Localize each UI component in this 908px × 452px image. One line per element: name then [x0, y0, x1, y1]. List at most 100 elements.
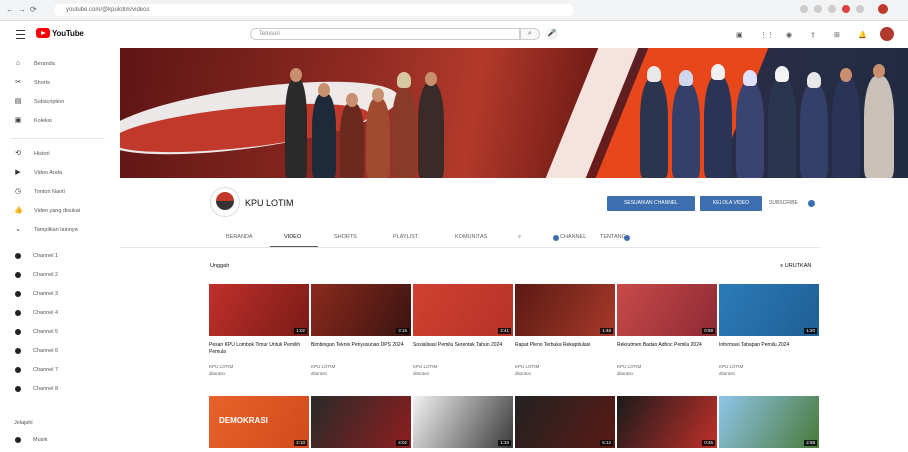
explore-item[interactable]: Musik — [14, 434, 106, 446]
subscription-item[interactable]: Channel 1 — [14, 250, 106, 262]
extension-icon[interactable] — [828, 5, 836, 13]
subscription-item[interactable]: Channel 2 — [14, 269, 106, 281]
video-thumbnail[interactable]: 1:20 — [719, 284, 819, 336]
subscription-item[interactable]: Channel 6 — [14, 345, 106, 357]
subscription-label: Channel 1 — [33, 253, 59, 259]
video-thumbnail[interactable]: 4:02 — [311, 396, 411, 448]
banner-person — [800, 84, 828, 178]
video-thumbnail[interactable]: 3:15 — [311, 284, 411, 336]
sidebar-item-label: Video Anda — [34, 170, 63, 176]
tab-shorts[interactable]: SHORTS — [334, 234, 357, 240]
video-views: ditonton — [719, 371, 736, 376]
tab-badge-icon — [624, 235, 630, 241]
extension-icon[interactable] — [856, 5, 864, 13]
forward-icon[interactable]: → — [18, 5, 26, 14]
channel-banner — [120, 48, 908, 178]
search-input[interactable]: Telusuri — [250, 28, 520, 40]
customize-channel-button[interactable]: SESUAIKAN CHANNEL — [607, 196, 695, 211]
sidebar-item-4[interactable]: ⟲ Histori — [14, 148, 106, 160]
manage-videos-button[interactable]: KELOLA VIDEO — [700, 196, 762, 211]
tab-search-icon[interactable]: ⌕ — [518, 234, 521, 241]
video-duration: 2:10 — [294, 440, 307, 446]
subscribe-text[interactable]: SUBSCRIBE — [769, 200, 798, 206]
subscribe-bell-icon[interactable] — [808, 200, 815, 207]
subscription-item[interactable]: Channel 8 — [14, 383, 106, 395]
extension-icon[interactable] — [814, 5, 822, 13]
tab-video[interactable]: VIDEO — [284, 234, 301, 240]
channel-avatar[interactable] — [210, 187, 240, 217]
subscription-item[interactable]: Channel 5 — [14, 326, 106, 338]
video-thumbnail[interactable]: 1:02 — [209, 284, 309, 336]
profile-avatar[interactable] — [878, 4, 888, 14]
video-title[interactable]: Rekrutmen Badan Adhoc Pemilu 2024 — [617, 342, 717, 349]
sidebar-item-2[interactable]: ▤ Subscription — [14, 96, 106, 108]
apps-grid-icon[interactable]: ⊞ — [834, 31, 840, 39]
video-channel: KPU LOTIM — [719, 364, 744, 369]
sidebar-item-label: Koleksi — [34, 118, 52, 124]
subscription-avatar-icon — [15, 291, 21, 297]
account-avatar[interactable] — [880, 27, 894, 41]
sort-button[interactable]: ≡ URUTKAN — [780, 263, 811, 269]
extension-icon[interactable] — [800, 5, 808, 13]
notifications-icon[interactable]: 🔔 — [858, 31, 867, 39]
video-thumbnail[interactable]: 0:45 — [617, 396, 717, 448]
sidebar-item-3[interactable]: ▣ Koleksi — [14, 115, 106, 127]
video-channel: KPU LOTIM — [617, 364, 642, 369]
video-views: ditonton — [311, 371, 328, 376]
subscription-label: Channel 6 — [33, 348, 59, 354]
banner-person-head — [711, 64, 725, 80]
video-thumbnail[interactable]: DEMOKRASI 2:10 — [209, 396, 309, 448]
create-icon[interactable]: ▣ — [736, 31, 743, 39]
mic-icon[interactable]: 🎤 — [546, 28, 558, 40]
sidebar-item-label: Subscription — [34, 99, 65, 105]
tab-channel[interactable]: CHANNEL — [560, 234, 586, 240]
youtube-logo[interactable]: YouTube — [36, 28, 84, 38]
sidebar-item-5[interactable]: ▶ Video Anda — [14, 167, 106, 179]
extension-icon[interactable] — [842, 5, 850, 13]
chevron-down-icon: ⌄ — [15, 226, 21, 233]
apps-icon[interactable]: ⋮⋮ — [760, 31, 774, 39]
reload-icon[interactable]: ⟳ — [30, 5, 37, 14]
video-views: ditonton — [515, 371, 532, 376]
tab-tentang[interactable]: TENTANG — [600, 234, 626, 240]
sidebar-item-label: Histori — [34, 151, 50, 157]
subscription-item[interactable]: Channel 3 — [14, 288, 106, 300]
tab-beranda[interactable]: BERANDA — [226, 234, 253, 240]
kpu-logo — [216, 201, 234, 210]
banner-person-head — [840, 68, 852, 82]
video-thumbnail[interactable]: 1:48 — [515, 284, 615, 336]
video-title[interactable]: Sosialisasi Pemilu Serentak Tahun 2024 — [413, 342, 513, 349]
video-title[interactable]: Informasi Tahapan Pemilu 2024 — [719, 342, 819, 349]
video-thumbnail[interactable]: 2:41 — [413, 284, 513, 336]
sidebar-item-1[interactable]: ✂ Shorts — [14, 77, 106, 89]
watch-later-icon: ◷ — [14, 188, 22, 195]
upload-icon[interactable]: ⇪ — [810, 31, 816, 39]
video-thumbnail[interactable]: 2:58 — [719, 396, 819, 448]
sidebar-item-7[interactable]: 👍 Video yang disukai — [14, 205, 106, 217]
video-duration: 0:45 — [702, 440, 715, 446]
video-thumbnail[interactable]: 1:33 — [413, 396, 513, 448]
banner-person — [832, 78, 860, 178]
video-thumbnail[interactable]: 5:12 — [515, 396, 615, 448]
video-thumbnail[interactable]: 0:58 — [617, 284, 717, 336]
sidebar-item-label: Shorts — [34, 80, 50, 86]
video-title[interactable]: Rapat Pleno Terbuka Rekapitulasi — [515, 342, 615, 349]
search-button[interactable]: ⌕ — [520, 28, 540, 40]
back-icon[interactable]: ← — [6, 5, 14, 14]
video-title[interactable]: Bimbingan Teknis Penyusunan DPS 2024 — [311, 342, 411, 349]
sort-label: URUTKAN — [784, 263, 812, 269]
subscription-item[interactable]: Channel 7 — [14, 364, 106, 376]
video-title[interactable]: Pesan KPU Lombok Timur Untuk Pemilih Pem… — [209, 342, 309, 355]
tab-komunitas[interactable]: KOMUNITAS — [455, 234, 487, 240]
subscription-label: Channel 7 — [33, 367, 59, 373]
library-icon: ▣ — [14, 117, 22, 124]
menu-icon[interactable] — [16, 30, 25, 39]
banner-person-head — [372, 88, 384, 102]
sidebar-item-6[interactable]: ◷ Tonton Nanti — [14, 186, 106, 198]
tab-playlist[interactable]: PLAYLIST — [393, 234, 418, 240]
subscription-item[interactable]: Channel 4 — [14, 307, 106, 319]
sidebar-item-8[interactable]: ⌄ Tampilkan lainnya — [14, 224, 106, 236]
sidebar-item-0[interactable]: ⌂ Beranda — [14, 58, 106, 70]
address-bar[interactable]: youtube.com/@kpulotim/videos — [54, 4, 574, 16]
live-icon[interactable]: ◉ — [786, 31, 792, 39]
